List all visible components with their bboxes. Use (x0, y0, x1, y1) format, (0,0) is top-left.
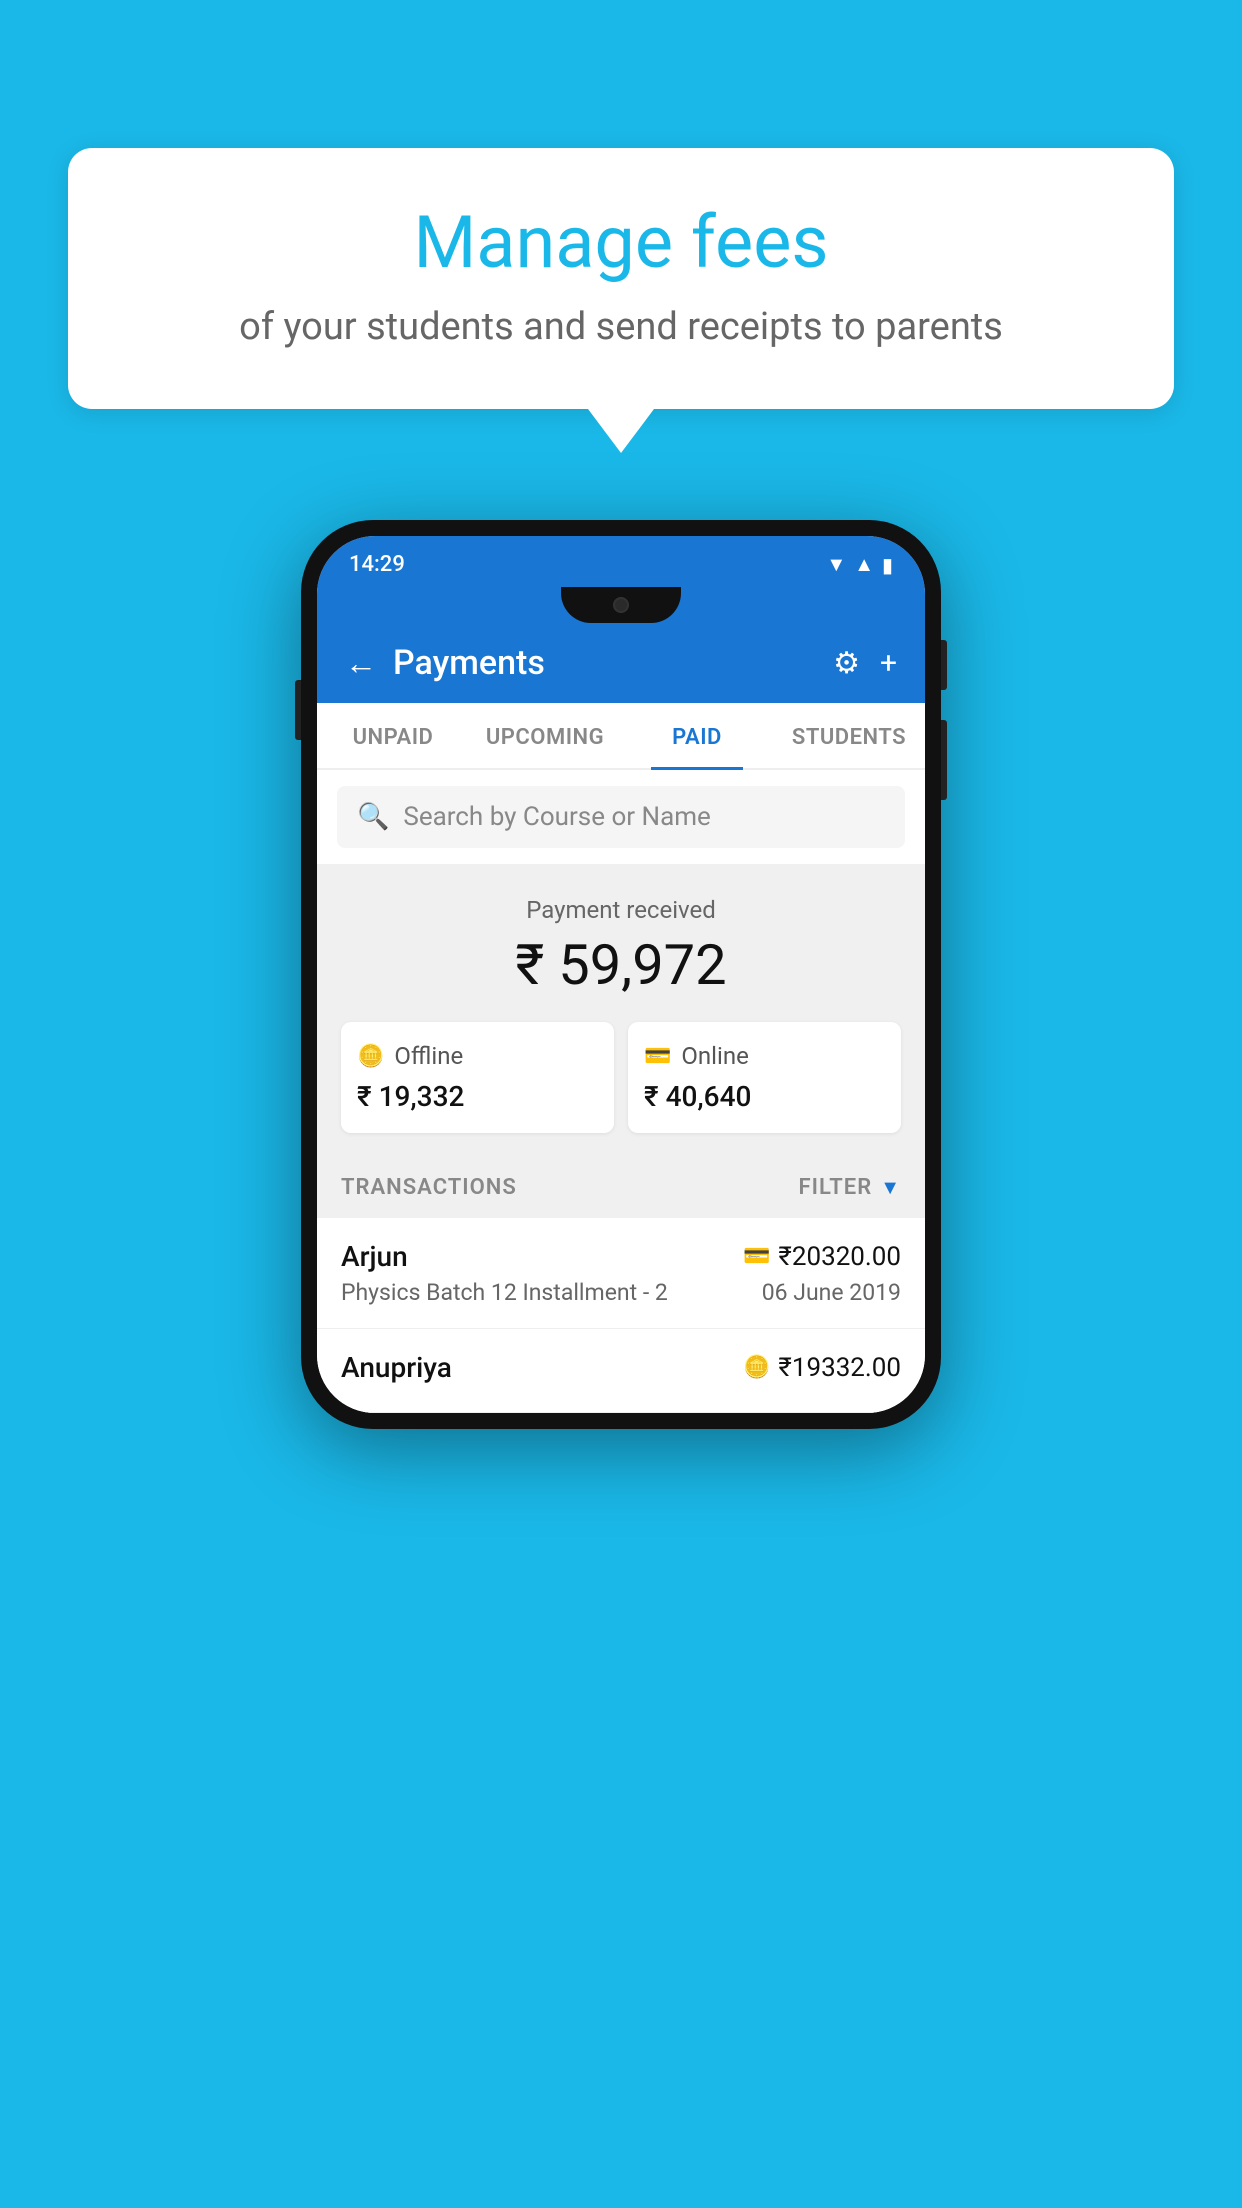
offline-amount: ₹ 19,332 (357, 1080, 598, 1113)
tab-unpaid[interactable]: UNPAID (317, 703, 469, 768)
search-box[interactable]: 🔍 Search by Course or Name (337, 786, 905, 848)
transaction-date: 06 June 2019 (762, 1279, 901, 1306)
bubble-title: Manage fees (128, 200, 1114, 285)
side-btn-right-1 (941, 640, 947, 690)
side-btn-right-2 (941, 720, 947, 800)
online-card: 💳 Online ₹ 40,640 (628, 1022, 901, 1133)
phone-frame: 14:29 ▼ ▲ ▮ ← Payments ⚙ + (301, 520, 941, 1429)
transaction-amount: ₹20320.00 (778, 1242, 901, 1272)
camera (613, 597, 629, 613)
notch-bar (317, 587, 925, 623)
side-btn-left (295, 680, 301, 740)
app-bar-title: Payments (393, 643, 545, 683)
filter-button[interactable]: FILTER ▼ (799, 1175, 901, 1200)
transaction-row[interactable]: Arjun 💳 ₹20320.00 Physics Batch 12 Insta… (317, 1218, 925, 1329)
offline-type: Offline (394, 1042, 463, 1070)
app-bar-left: ← Payments (345, 643, 545, 683)
search-container: 🔍 Search by Course or Name (317, 770, 925, 864)
tab-bar: UNPAID UPCOMING PAID STUDENTS (317, 703, 925, 770)
speech-bubble: Manage fees of your students and send re… (68, 148, 1174, 409)
tab-students[interactable]: STUDENTS (773, 703, 925, 768)
transaction-bottom: Physics Batch 12 Installment - 2 06 June… (341, 1279, 901, 1306)
transaction-top-2: Anupriya 🪙 ₹19332.00 (341, 1351, 901, 1384)
payment-summary: Payment received ₹ 59,972 🪙 Offline ₹ 19… (317, 864, 925, 1157)
transaction-amount-2: ₹19332.00 (778, 1353, 901, 1383)
search-icon: 🔍 (357, 802, 389, 832)
transaction-name: Arjun (341, 1240, 408, 1273)
transaction-amount-right-2: 🪙 ₹19332.00 (743, 1353, 901, 1383)
status-time: 14:29 (349, 552, 405, 577)
offline-card-header: 🪙 Offline (357, 1042, 598, 1070)
app-bar-right: ⚙ + (833, 646, 897, 681)
search-placeholder: Search by Course or Name (403, 802, 710, 832)
app-bar: ← Payments ⚙ + (317, 623, 925, 703)
transactions-header: TRANSACTIONS FILTER ▼ (317, 1157, 925, 1218)
notch (561, 587, 681, 623)
back-button[interactable]: ← (345, 644, 377, 682)
card-icon: 💳 (743, 1244, 770, 1269)
payment-cards: 🪙 Offline ₹ 19,332 💳 Online ₹ 40,640 (341, 1022, 901, 1133)
status-bar: 14:29 ▼ ▲ ▮ (317, 536, 925, 587)
phone-screen: 14:29 ▼ ▲ ▮ ← Payments ⚙ + (317, 536, 925, 1413)
cash-icon: 🪙 (743, 1355, 770, 1380)
transaction-name-2: Anupriya (341, 1351, 452, 1384)
offline-card: 🪙 Offline ₹ 19,332 (341, 1022, 614, 1133)
online-icon: 💳 (644, 1044, 671, 1069)
signal-icon: ▲ (854, 552, 874, 577)
transaction-course: Physics Batch 12 Installment - 2 (341, 1279, 668, 1306)
tab-upcoming[interactable]: UPCOMING (469, 703, 621, 768)
add-icon[interactable]: + (880, 646, 897, 681)
transaction-top: Arjun 💳 ₹20320.00 (341, 1240, 901, 1273)
status-icons: ▼ ▲ ▮ (826, 552, 893, 577)
filter-label: FILTER (799, 1175, 873, 1200)
wifi-icon: ▼ (826, 552, 846, 577)
online-type: Online (681, 1042, 748, 1070)
transaction-amount-right: 💳 ₹20320.00 (743, 1242, 901, 1272)
transaction-row[interactable]: Anupriya 🪙 ₹19332.00 (317, 1329, 925, 1413)
tab-paid[interactable]: PAID (621, 703, 773, 768)
payment-received-label: Payment received (337, 896, 905, 924)
transactions-label: TRANSACTIONS (341, 1175, 517, 1200)
online-amount: ₹ 40,640 (644, 1080, 885, 1113)
offline-icon: 🪙 (357, 1044, 384, 1069)
payment-total-amount: ₹ 59,972 (337, 932, 905, 998)
settings-icon[interactable]: ⚙ (833, 646, 860, 681)
filter-icon: ▼ (880, 1175, 901, 1200)
online-card-header: 💳 Online (644, 1042, 885, 1070)
battery-icon: ▮ (882, 553, 893, 577)
bubble-subtitle: of your students and send receipts to pa… (128, 305, 1114, 349)
